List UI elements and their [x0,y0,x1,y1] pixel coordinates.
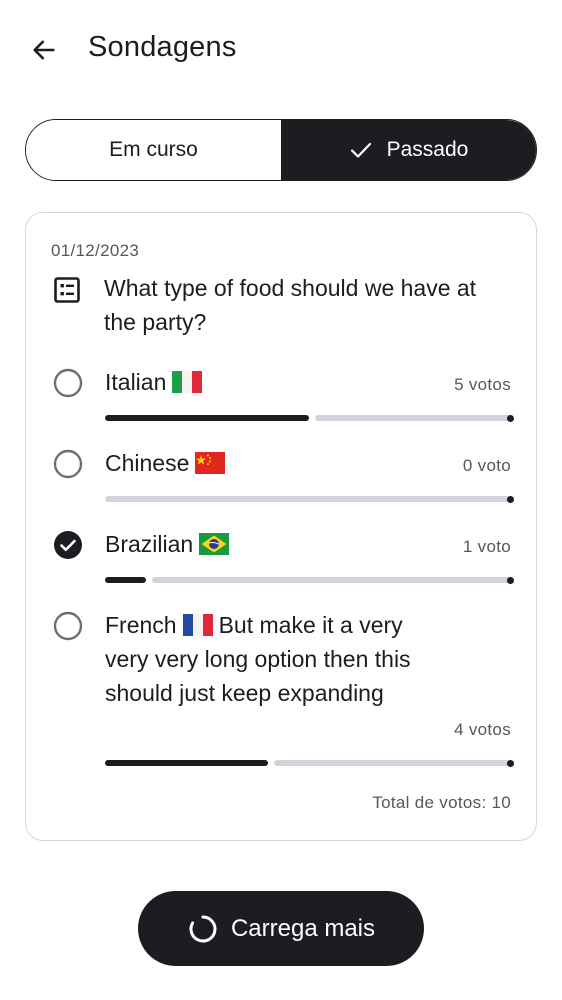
poll-question: What type of food should we have at the … [104,275,477,335]
bar-track [315,415,513,421]
brazil-flag-icon [199,533,230,555]
load-more-button[interactable]: Carrega mais [138,891,424,966]
france-flag-icon [182,614,213,636]
vote-progress-bar [105,576,514,584]
option-votes: 1 voto [462,537,511,556]
bar-end-dot [507,495,514,503]
radio-unchecked-icon[interactable] [53,611,83,641]
tab-passado-label: Passado [386,138,469,161]
bar-filled [105,577,146,583]
bar-end-dot [507,414,514,422]
china-flag-icon [195,452,226,474]
italy-flag-icon [172,371,203,393]
bar-end-dot [507,576,514,584]
radio-unchecked-icon[interactable] [53,449,83,479]
total-votes: Total de votos: 10 [372,793,511,812]
bar-track [105,496,513,502]
poll-date: 01/12/2023 [51,241,140,260]
loading-spinner-icon [189,915,217,942]
option-label: French [105,612,177,638]
poll-list-icon [54,277,80,303]
bar-track [152,577,513,583]
bar-filled [105,760,268,766]
tab-passado[interactable]: Passado [281,120,536,180]
poll-filter-tabs: Em curso Passado [25,119,537,181]
bar-end-dot [507,759,514,767]
option-votes: 0 voto [462,456,511,475]
tab-em-curso[interactable]: Em curso [26,120,281,180]
vote-progress-bar [105,759,514,767]
bar-track [274,760,513,766]
load-more-label: Carrega mais [230,914,376,942]
option-label: Italian [105,369,167,395]
vote-progress-bar [105,414,514,422]
bar-filled [105,415,309,421]
check-icon [349,138,373,162]
vote-progress-bar [105,495,514,503]
back-button[interactable] [26,32,62,68]
tab-em-curso-label: Em curso [109,138,198,161]
page-title: Sondagens [88,31,237,63]
poll-card: 01/12/2023 What type of food should we h… [25,212,537,841]
arrow-left-icon [33,40,55,60]
app-header: Sondagens [0,0,562,100]
option-votes: 5 votos [454,375,511,394]
option-votes: 4 votos [454,720,511,739]
option-label: Chinese [105,450,190,476]
option-label: Brazilian [105,531,194,557]
radio-checked-icon[interactable] [53,530,83,560]
radio-unchecked-icon[interactable] [53,368,83,398]
